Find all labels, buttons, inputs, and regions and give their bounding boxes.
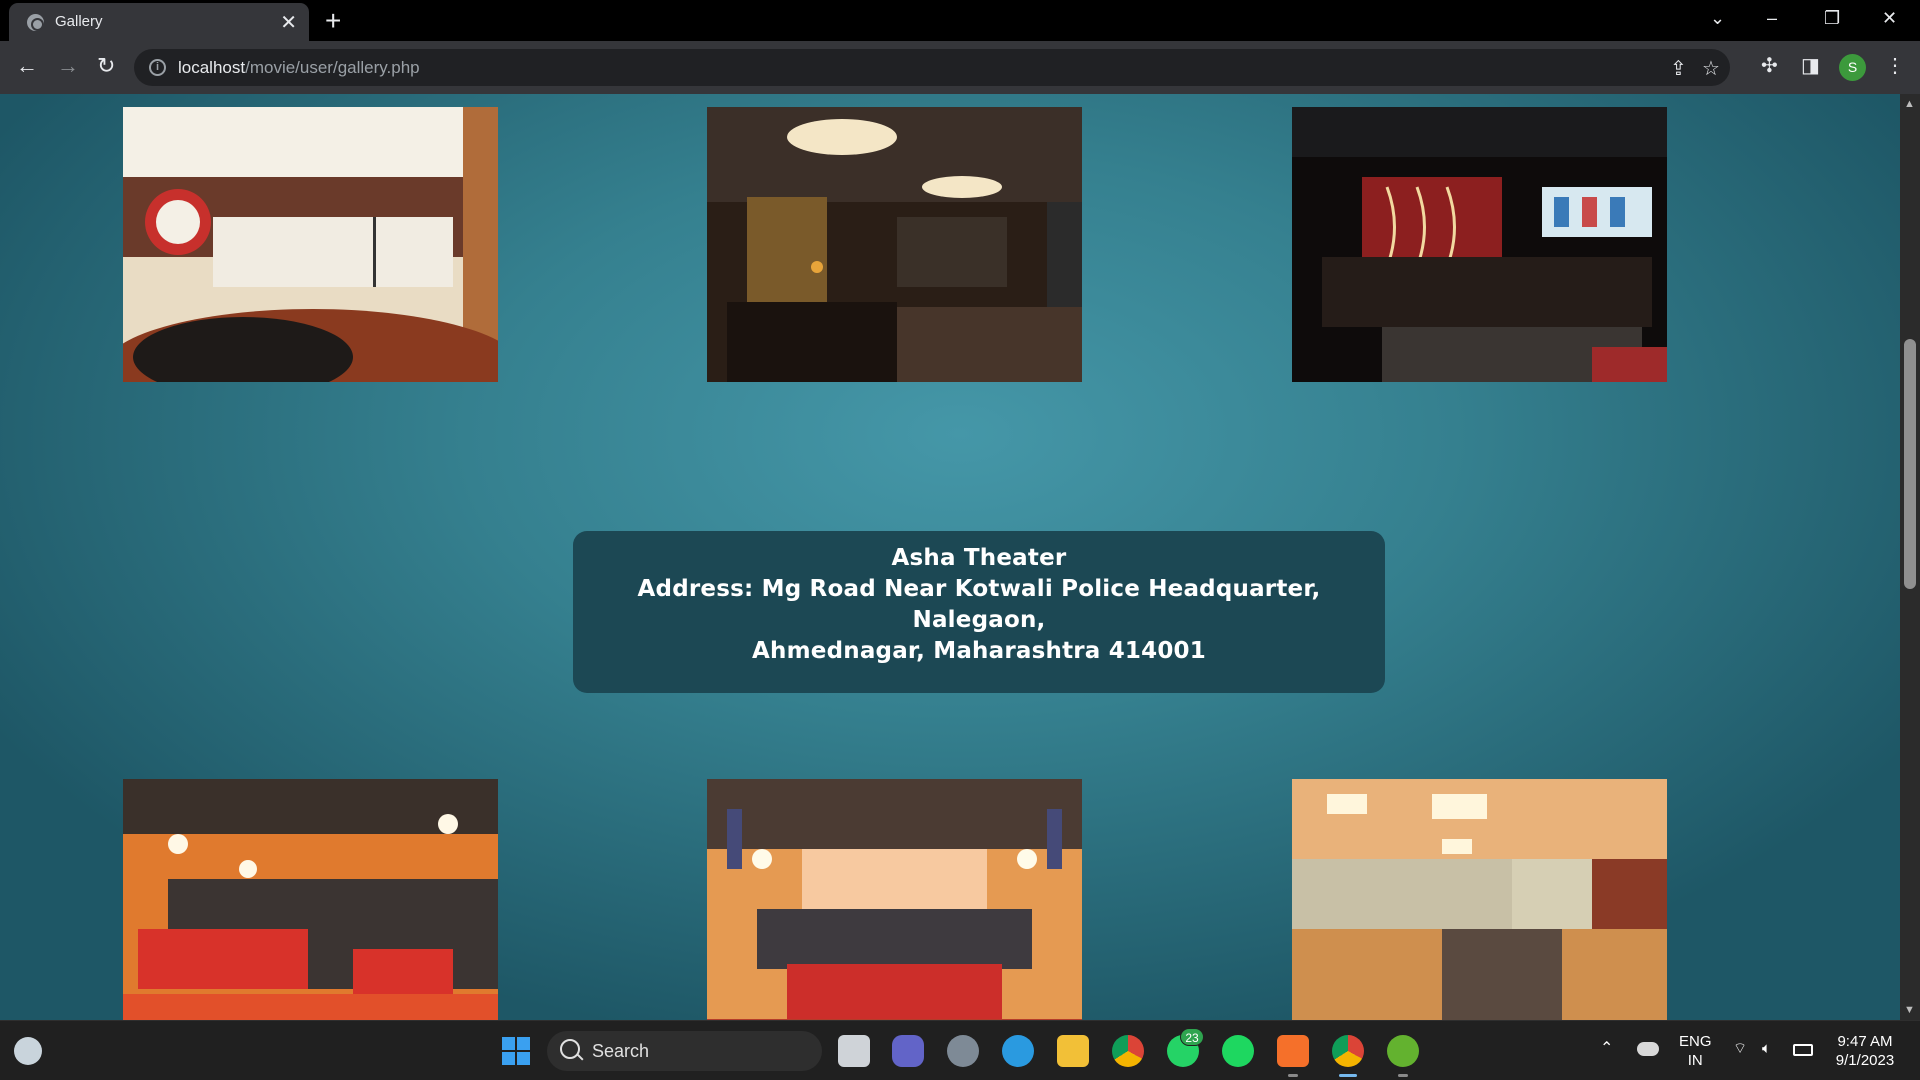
weather-icon[interactable] <box>14 1037 42 1065</box>
app-running-indicator <box>1398 1074 1408 1077</box>
app-green-icon[interactable] <box>1387 1035 1419 1067</box>
back-icon[interactable]: ← <box>16 53 38 79</box>
chrome-active-icon[interactable] <box>1332 1035 1364 1067</box>
clock[interactable]: 9:47 AM 9/1/2023 <box>1830 1032 1900 1070</box>
lobby-corridor-photo <box>1292 779 1667 1020</box>
theater-info-box: Asha Theater Address: Mg Road Near Kotwa… <box>573 531 1385 693</box>
theater-name: Asha Theater <box>891 545 1067 571</box>
close-window-icon[interactable]: ✕ <box>1882 8 1897 29</box>
onedrive-cloud-icon[interactable] <box>1637 1042 1659 1056</box>
scroll-up-icon[interactable]: ▲ <box>1904 98 1915 110</box>
url-text[interactable]: localhost/movie/user/gallery.php <box>178 58 420 78</box>
tab-title: Gallery <box>55 13 103 30</box>
taskbar-search[interactable]: Search <box>547 1031 822 1071</box>
reload-icon[interactable]: ↻ <box>97 53 115 79</box>
battery-icon[interactable] <box>1793 1044 1813 1056</box>
auditorium-screen-view-photo <box>707 779 1082 1020</box>
xampp-icon[interactable] <box>1277 1035 1309 1067</box>
profile-avatar[interactable]: S <box>1839 54 1866 81</box>
show-hidden-icons-chevron[interactable]: ⌃ <box>1600 1039 1613 1058</box>
spotify-icon[interactable] <box>1222 1035 1254 1067</box>
bookmark-star-icon[interactable]: ☆ <box>1702 56 1720 81</box>
side-panel-icon[interactable]: ◨ <box>1801 53 1820 78</box>
extensions-icon[interactable]: ✣ <box>1761 53 1778 78</box>
address-line-1: Address: Mg Road Near Kotwali Police Hea… <box>637 576 1321 602</box>
forward-icon[interactable]: → <box>57 53 79 79</box>
search-label: Search <box>592 1041 650 1061</box>
restore-icon[interactable]: ❐ <box>1824 8 1840 29</box>
auditorium-seats-photo <box>123 779 498 1020</box>
chrome-icon[interactable] <box>1112 1035 1144 1067</box>
chrome-active-indicator <box>1339 1074 1357 1077</box>
windows-taskbar: Search 23 ⌃ ENG IN ⌔ 🔈︎ 9:47 AM 9/1/2023 <box>0 1020 1920 1080</box>
share-icon[interactable]: ⇪ <box>1670 56 1687 81</box>
xampp-running-indicator <box>1288 1074 1298 1077</box>
recliner-auditorium-photo <box>1292 107 1667 382</box>
address-line-3: Ahmednagar, Maharashtra 414001 <box>752 638 1206 664</box>
settings-gear-icon[interactable] <box>947 1035 979 1067</box>
clock-date: 9/1/2023 <box>1835 1052 1895 1069</box>
page-scrollbar[interactable]: ▲ ▼ <box>1900 94 1920 1020</box>
browser-toolbar: ← → ↻ i localhost/movie/user/gallery.php… <box>0 41 1920 94</box>
menu-kebab-icon[interactable]: ⋮ <box>1885 53 1905 78</box>
start-windows-icon[interactable] <box>500 1035 532 1067</box>
task-view-icon[interactable] <box>838 1035 870 1067</box>
browser-titlebar: Gallery ✕ + ⌄ – ❐ ✕ <box>0 0 1920 41</box>
lounge-photo <box>707 107 1082 382</box>
language-indicator[interactable]: ENG IN <box>1679 1032 1712 1070</box>
whatsapp-unread-badge: 23 <box>1180 1028 1204 1046</box>
tab-gallery[interactable]: Gallery ✕ <box>9 3 309 41</box>
tab-search-chevron-icon[interactable]: ⌄ <box>1710 8 1725 29</box>
scroll-down-icon[interactable]: ▼ <box>1904 1004 1915 1016</box>
search-icon <box>560 1039 580 1059</box>
scrollbar-thumb[interactable] <box>1904 339 1916 589</box>
address-bar[interactable]: i localhost/movie/user/gallery.php ⇪ ☆ <box>134 49 1730 86</box>
file-explorer-icon[interactable] <box>1057 1035 1089 1067</box>
refreshment-counter-photo <box>123 107 498 382</box>
teams-chat-icon[interactable] <box>892 1035 924 1067</box>
gallery-page: Asha Theater Address: Mg Road Near Kotwa… <box>0 94 1900 1020</box>
edge-browser-icon[interactable] <box>1002 1035 1034 1067</box>
site-info-icon[interactable]: i <box>149 59 166 76</box>
volume-icon[interactable]: 🔈︎ <box>1762 1039 1771 1058</box>
minimize-icon[interactable]: – <box>1767 8 1777 29</box>
new-tab-button[interactable]: + <box>325 5 341 37</box>
address-line-2: Nalegaon, <box>912 607 1046 633</box>
globe-icon <box>27 14 44 31</box>
close-tab-icon[interactable]: ✕ <box>280 10 297 35</box>
wifi-icon[interactable]: ⌔ <box>1733 1039 1747 1058</box>
clock-time: 9:47 AM <box>1837 1033 1893 1050</box>
